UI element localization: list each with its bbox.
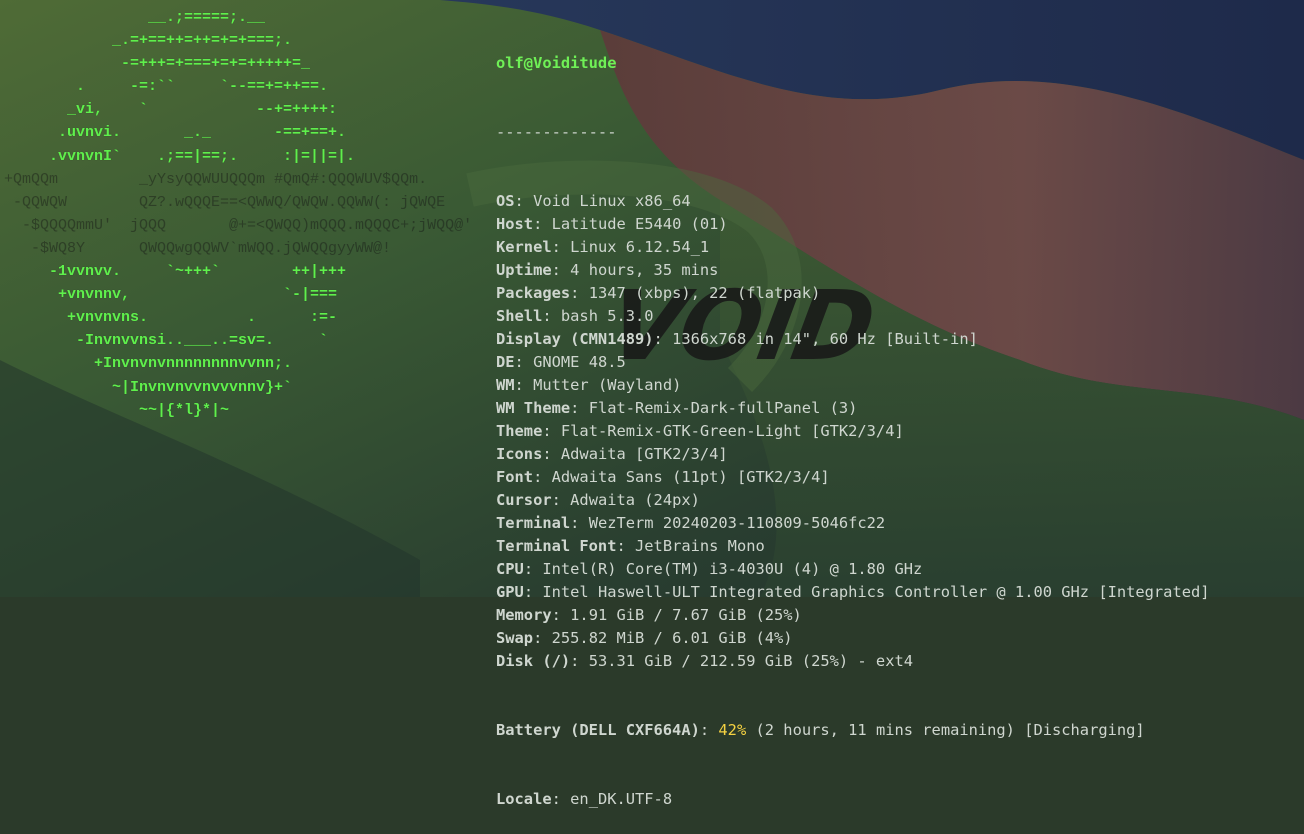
info-value: GNOME 48.5 (533, 353, 626, 371)
ascii-logo-line: -$QQQQmmU' jQQQ @+=<QWQQ)mQQQ.mQQQC+;jWQ… (4, 216, 473, 234)
ascii-distro-logo: __.;=====;.__ _.=+==++=++=+=+===;. -=+++… (4, 6, 472, 422)
info-row-battery: Battery (DELL CXF664A): 42% (2 hours, 11… (496, 721, 1145, 739)
info-key: Uptime (496, 261, 552, 279)
info-value: JetBrains Mono (635, 537, 765, 555)
info-value: bash 5.3.0 (560, 307, 654, 325)
info-value: 53.31 GiB / 212.59 GiB (25%) - ext4 (588, 652, 913, 670)
ascii-logo-line: -$WQ8Y QWQQwgQQWV`mWQQ.jQWQQgyyWW@! (4, 239, 392, 257)
info-value: 1.91 GiB / 7.67 GiB (25%) (570, 606, 802, 624)
ascii-logo-line: __.;=====;.__ (4, 9, 266, 26)
info-row: Display (CMN1489): 1366x768 in 14", 60 H… (496, 330, 978, 348)
info-key: Terminal (496, 514, 571, 532)
info-value: Adwaita [GTK2/3/4] (560, 445, 728, 463)
info-row: WM Theme: Flat-Remix-Dark-fullPanel (3) (496, 399, 858, 417)
info-row: Kernel: Linux 6.12.54_1 (496, 238, 710, 256)
info-row: OS: Void Linux x86_64 (496, 192, 691, 210)
info-value: 1366x768 in 14", 60 Hz [Built-in] (672, 330, 978, 348)
info-value: 4 hours, 35 mins (570, 261, 719, 279)
info-key: Font (496, 468, 534, 486)
info-rows: OS: Void Linux x86_64 Host: Latitude E544… (496, 190, 1210, 673)
info-row: Icons: Adwaita [GTK2/3/4] (496, 445, 728, 463)
info-row: Swap: 255.82 MiB / 6.01 GiB (4%) (496, 629, 793, 647)
info-row: Uptime: 4 hours, 35 mins (496, 261, 719, 279)
info-value: Mutter (Wayland) (533, 376, 682, 394)
info-value: 255.82 MiB / 6.01 GiB (4%) (551, 629, 793, 647)
info-value: Adwaita Sans (11pt) [GTK2/3/4] (551, 468, 830, 486)
info-value: WezTerm 20240203-110809-5046fc22 (588, 514, 886, 532)
info-value: Flat-Remix-GTK-Green-Light [GTK2/3/4] (560, 422, 904, 440)
info-key: GPU (496, 583, 524, 601)
ascii-logo-line: +vnvnvns. . :=- (4, 309, 338, 327)
ascii-logo-line: ~~|{*l}*|~ (4, 401, 230, 419)
info-key: Display (CMN1489) (496, 330, 654, 348)
ascii-logo-line: ~|Invnvnvvnvvvnnv}+` (4, 378, 293, 396)
info-key: Locale (496, 790, 552, 808)
info-row: Shell: bash 5.3.0 (496, 307, 654, 325)
info-value: Latitude E5440 (01) (551, 215, 728, 233)
info-row: Theme: Flat-Remix-GTK-Green-Light [GTK2/… (496, 422, 904, 440)
info-key: CPU (496, 560, 524, 578)
info-key: Packages (496, 284, 571, 302)
info-row: Cursor: Adwaita (24px) (496, 491, 700, 509)
ascii-logo-line: _.=+==++=++=+=+===;. (4, 32, 293, 50)
info-row: Memory: 1.91 GiB / 7.67 GiB (25%) (496, 606, 802, 624)
user-host: olf@Voiditude (496, 54, 617, 72)
info-row: GPU: Intel Haswell-ULT Integrated Graphi… (496, 583, 1210, 601)
info-key: OS (496, 192, 515, 210)
info-key: Cursor (496, 491, 552, 509)
info-key: Shell (496, 307, 543, 325)
info-key: Icons (496, 445, 543, 463)
ascii-logo-line: . -=:`` `--==+=++==. (4, 78, 329, 96)
ascii-logo-line: .vvnvnI` .;==|==;. :|=||=|. (4, 147, 356, 165)
info-key: Battery (DELL CXF664A) (496, 721, 700, 739)
info-row: Terminal: WezTerm 20240203-110809-5046fc… (496, 514, 886, 532)
info-row: Disk (/): 53.31 GiB / 212.59 GiB (25%) -… (496, 652, 913, 670)
info-value: Intel(R) Core(TM) i3-4030U (4) @ 1.80 GH… (542, 560, 923, 578)
ascii-logo-line: +Invnvnvnnnnnnnnvvnn;. (4, 355, 293, 373)
info-row: WM: Mutter (Wayland) (496, 376, 682, 394)
info-value: Void Linux x86_64 (533, 192, 691, 210)
info-row: Font: Adwaita Sans (11pt) [GTK2/3/4] (496, 468, 830, 486)
info-key: WM (496, 376, 515, 394)
info-key: Disk (/) (496, 652, 571, 670)
info-row: Terminal Font: JetBrains Mono (496, 537, 765, 555)
info-value: Intel Haswell-ULT Integrated Graphics Co… (542, 583, 1210, 601)
ascii-logo-line: _vi, ` --+=++++: (4, 101, 338, 119)
ascii-logo-line: .uvnvi. _._ -==+==+. (4, 124, 347, 142)
info-row: DE: GNOME 48.5 (496, 353, 626, 371)
info-row: CPU: Intel(R) Core(TM) i3-4030U (4) @ 1.… (496, 560, 923, 578)
info-row-locale: Locale: en_DK.UTF-8 (496, 790, 673, 808)
info-value: en_DK.UTF-8 (570, 790, 673, 808)
info-row: Packages: 1347 (xbps), 22 (flatpak) (496, 284, 821, 302)
ascii-logo-line: +QmQQm _yYsyQQWUUQQQm #QmQ#:QQQWUV$QQm. (4, 170, 428, 188)
info-key: WM Theme (496, 399, 571, 417)
battery-percent: 42% (718, 721, 747, 739)
info-value: Adwaita (24px) (570, 491, 700, 509)
info-key: Host (496, 215, 534, 233)
ascii-logo-line: +vnvnnv, `-|=== (4, 286, 338, 304)
info-key: Terminal Font (496, 537, 617, 555)
ascii-logo-line: -1vvnvv. `~+++` ++|+++ (4, 263, 347, 281)
info-key: DE (496, 353, 515, 371)
info-key: Memory (496, 606, 552, 624)
info-key: Kernel (496, 238, 552, 256)
ascii-logo-line: -QQWQW QZ?.wQQQE==<QWWQ/QWQW.QQWW(: jQWQ… (4, 193, 446, 211)
info-key: Theme (496, 422, 543, 440)
info-value: 1347 (xbps), 22 (flatpak) (588, 284, 821, 302)
info-row: Host: Latitude E5440 (01) (496, 215, 728, 233)
separator-line: ------------- (496, 123, 617, 141)
fastfetch-info: olf@Voiditude ------------- OS: Void Lin… (496, 6, 1210, 834)
info-key: Swap (496, 629, 534, 647)
ascii-logo-line: -Invnvvnsi..___..=sv=. ` (4, 332, 329, 350)
info-value: Linux 6.12.54_1 (570, 238, 710, 256)
info-value: Flat-Remix-Dark-fullPanel (3) (588, 399, 858, 417)
ascii-logo-line: -=+++=+===+=+=+++++=_ (4, 55, 311, 73)
info-value: (2 hours, 11 mins remaining) [Dischargin… (755, 721, 1145, 739)
